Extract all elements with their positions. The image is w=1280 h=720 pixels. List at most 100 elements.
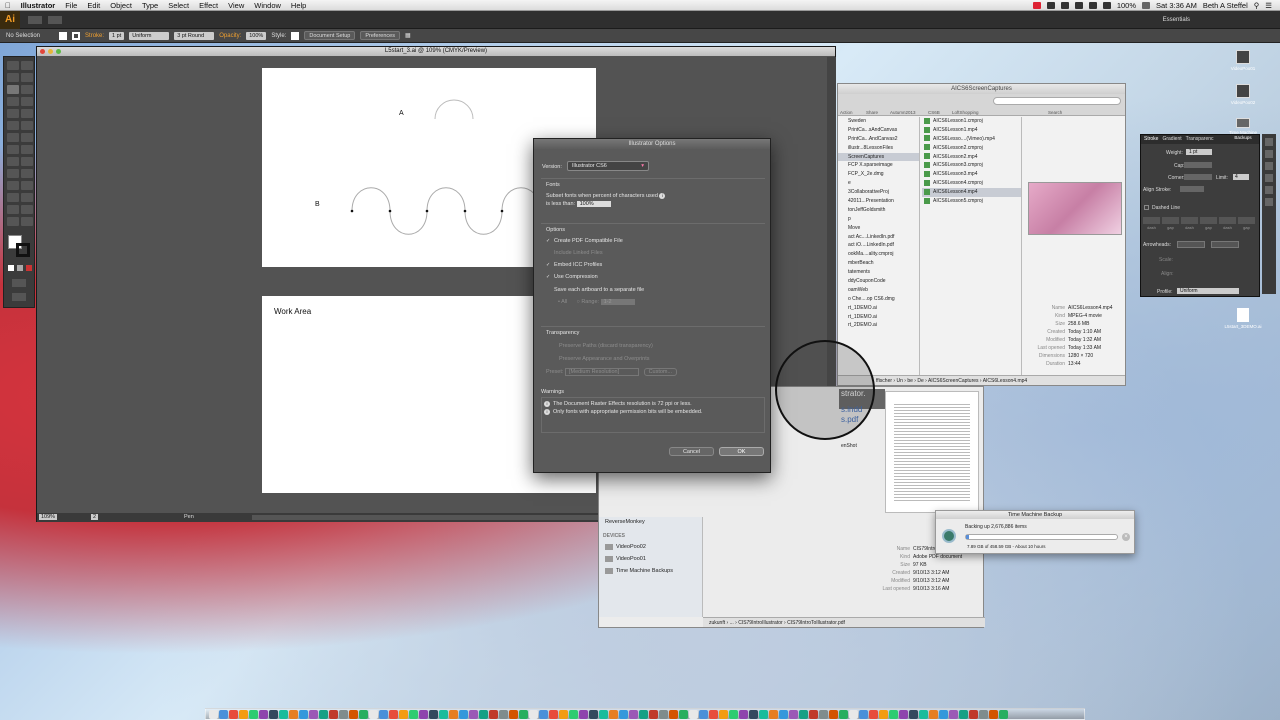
finder-list-item[interactable]: rt_1DEMO.ai	[838, 304, 919, 313]
dash-gap-field[interactable]: gap	[1200, 217, 1217, 230]
anchor-point[interactable]	[388, 209, 392, 213]
finder-list-item[interactable]: Sweden	[838, 117, 919, 126]
end-arrowhead-select[interactable]	[1211, 241, 1239, 248]
paintbrush-tool-icon[interactable]	[7, 109, 19, 118]
anchor-point[interactable]	[500, 209, 504, 213]
symbol-sprayer-tool-icon[interactable]	[7, 193, 19, 202]
bluetooth-icon[interactable]	[1074, 1, 1083, 9]
folder-cs6b[interactable]: CS6B	[928, 110, 940, 115]
partial-filename[interactable]: enShot	[841, 443, 857, 449]
use-compression-checkbox[interactable]: ✓ Use Compression	[541, 271, 765, 283]
dash-gap-field[interactable]: dash	[1143, 217, 1160, 230]
eraser-tool-icon[interactable]	[21, 121, 33, 130]
direct-selection-tool-icon[interactable]	[21, 61, 33, 70]
dash-gap-field[interactable]: dash	[1219, 217, 1236, 230]
dock-app-icon[interactable]	[259, 710, 268, 719]
finder-list-item[interactable]: o Che....op CS6.dmg	[838, 295, 919, 304]
dock-app-icon[interactable]	[499, 710, 508, 719]
scale-tool-icon[interactable]	[21, 133, 33, 142]
dock-app-icon[interactable]	[679, 710, 688, 719]
dashed-line-checkbox[interactable]	[1144, 205, 1149, 210]
desktop-drive-icon[interactable]: VideoPoo02	[1225, 84, 1261, 105]
path-segment[interactable]: be	[907, 378, 913, 384]
search-icon[interactable]: ⚲	[1254, 1, 1260, 10]
bridge-icon[interactable]	[28, 15, 42, 24]
dock-app-icon[interactable]	[309, 710, 318, 719]
pencil-tool-icon[interactable]	[21, 109, 33, 118]
blob-brush-tool-icon[interactable]	[7, 121, 19, 130]
dock-app-icon[interactable]	[849, 710, 858, 719]
apple-icon[interactable]: 	[0, 1, 16, 10]
status-icon[interactable]	[1032, 1, 1041, 9]
share-button[interactable]: Share	[866, 110, 878, 115]
dock-app-icon[interactable]	[509, 710, 518, 719]
folder-autumn2013[interactable]: Autumn2013	[890, 110, 916, 115]
finder-file-item[interactable]: AICS6Lesson1.mp4	[922, 126, 1021, 135]
path-segment[interactable]: AICS6ScreenCaptures	[928, 378, 979, 384]
stroke-color-swatch[interactable]	[16, 243, 30, 257]
finder-list-item[interactable]: act iO....LinkedIn.pdf	[838, 241, 919, 250]
align-icon[interactable]: ▦	[405, 32, 411, 39]
finder-list-item[interactable]: ddyCouponCode	[838, 277, 919, 286]
embed-icc-checkbox[interactable]: ✓ Embed ICC Profiles	[541, 259, 765, 271]
menu-help[interactable]: Help	[286, 1, 311, 10]
pen-tool-icon[interactable]	[7, 85, 19, 94]
dash-gap-field[interactable]: gap	[1238, 217, 1255, 230]
dock-app-icon[interactable]	[249, 710, 258, 719]
tab-stroke[interactable]: Stroke	[1144, 135, 1158, 144]
dock-app-icon[interactable]	[819, 710, 828, 719]
dock-app-icon[interactable]	[449, 710, 458, 719]
panel-icon[interactable]	[1265, 162, 1273, 170]
dock-app-icon[interactable]	[879, 710, 888, 719]
fill-swatch[interactable]	[59, 31, 68, 40]
path-segment[interactable]: CIS79IntroIllustrator	[738, 620, 782, 626]
path-segment[interactable]: Un	[896, 378, 902, 384]
finder-file-item[interactable]: AICS6Lesson3.cmproj	[922, 161, 1021, 170]
finder-list-item[interactable]: rt_1DEMO.ai	[838, 313, 919, 322]
dock-app-icon[interactable]	[689, 710, 698, 719]
dock-app-icon[interactable]	[779, 710, 788, 719]
dock-app-icon[interactable]	[399, 710, 408, 719]
stop-backup-icon[interactable]: ×	[1122, 533, 1130, 541]
finder-list-item[interactable]: PrintCa...AndCanvas2	[838, 135, 919, 144]
dock-app-icon[interactable]	[349, 710, 358, 719]
selection-tool-icon[interactable]	[7, 61, 19, 70]
brush-definition[interactable]: 3 pt Round	[174, 31, 215, 40]
finder-file-item[interactable]: AICS6Lesson2.mp4	[922, 153, 1021, 162]
user-name[interactable]: Beth A Steffel	[1203, 1, 1248, 10]
corner-buttons[interactable]	[1184, 174, 1212, 180]
custom-button[interactable]: Custom...	[643, 368, 678, 376]
action-button[interactable]: Action	[840, 110, 853, 115]
sidebar-item[interactable]: ReverseMonkey	[599, 517, 702, 527]
range-field[interactable]: 1-2	[600, 299, 635, 305]
menu-edit[interactable]: Edit	[82, 1, 105, 10]
minimize-icon[interactable]	[48, 49, 53, 54]
dock-app-icon[interactable]	[379, 710, 388, 719]
menu-window[interactable]: Window	[249, 1, 286, 10]
dock-app-icon[interactable]	[489, 710, 498, 719]
dock-app-icon[interactable]	[479, 710, 488, 719]
dock-app-icon[interactable]	[639, 710, 648, 719]
preserve-appearance-radio[interactable]: Preserve Appearance and Overprints	[541, 352, 765, 365]
artboard-tool-icon[interactable]	[7, 205, 19, 214]
dock-app-icon[interactable]	[539, 710, 548, 719]
all-radio[interactable]: • All	[558, 299, 567, 305]
device-item[interactable]: Time Machine Backups	[599, 565, 702, 577]
dock-app-icon[interactable]	[959, 710, 968, 719]
dock-app-icon[interactable]	[699, 710, 708, 719]
graphic-style-swatch[interactable]	[291, 31, 300, 40]
blend-tool-icon[interactable]	[21, 181, 33, 190]
dock-app-icon[interactable]	[339, 710, 348, 719]
gradient-tool-icon[interactable]	[21, 169, 33, 178]
dock-app-icon[interactable]	[289, 710, 298, 719]
finder-list-item[interactable]: PrintCa...sAndCanvas	[838, 126, 919, 135]
align-stroke-buttons[interactable]	[1180, 186, 1204, 192]
dock-app-icon[interactable]	[599, 710, 608, 719]
finder-list-item[interactable]: tatements	[838, 268, 919, 277]
finder-file-item[interactable]: AICS6Lesson3.mp4	[922, 170, 1021, 179]
dock-app-icon[interactable]	[919, 710, 928, 719]
dock-app-icon[interactable]	[299, 710, 308, 719]
document-setup-button[interactable]: Document Setup	[304, 31, 356, 40]
start-arrowhead-select[interactable]	[1177, 241, 1205, 248]
dock-app-icon[interactable]	[899, 710, 908, 719]
